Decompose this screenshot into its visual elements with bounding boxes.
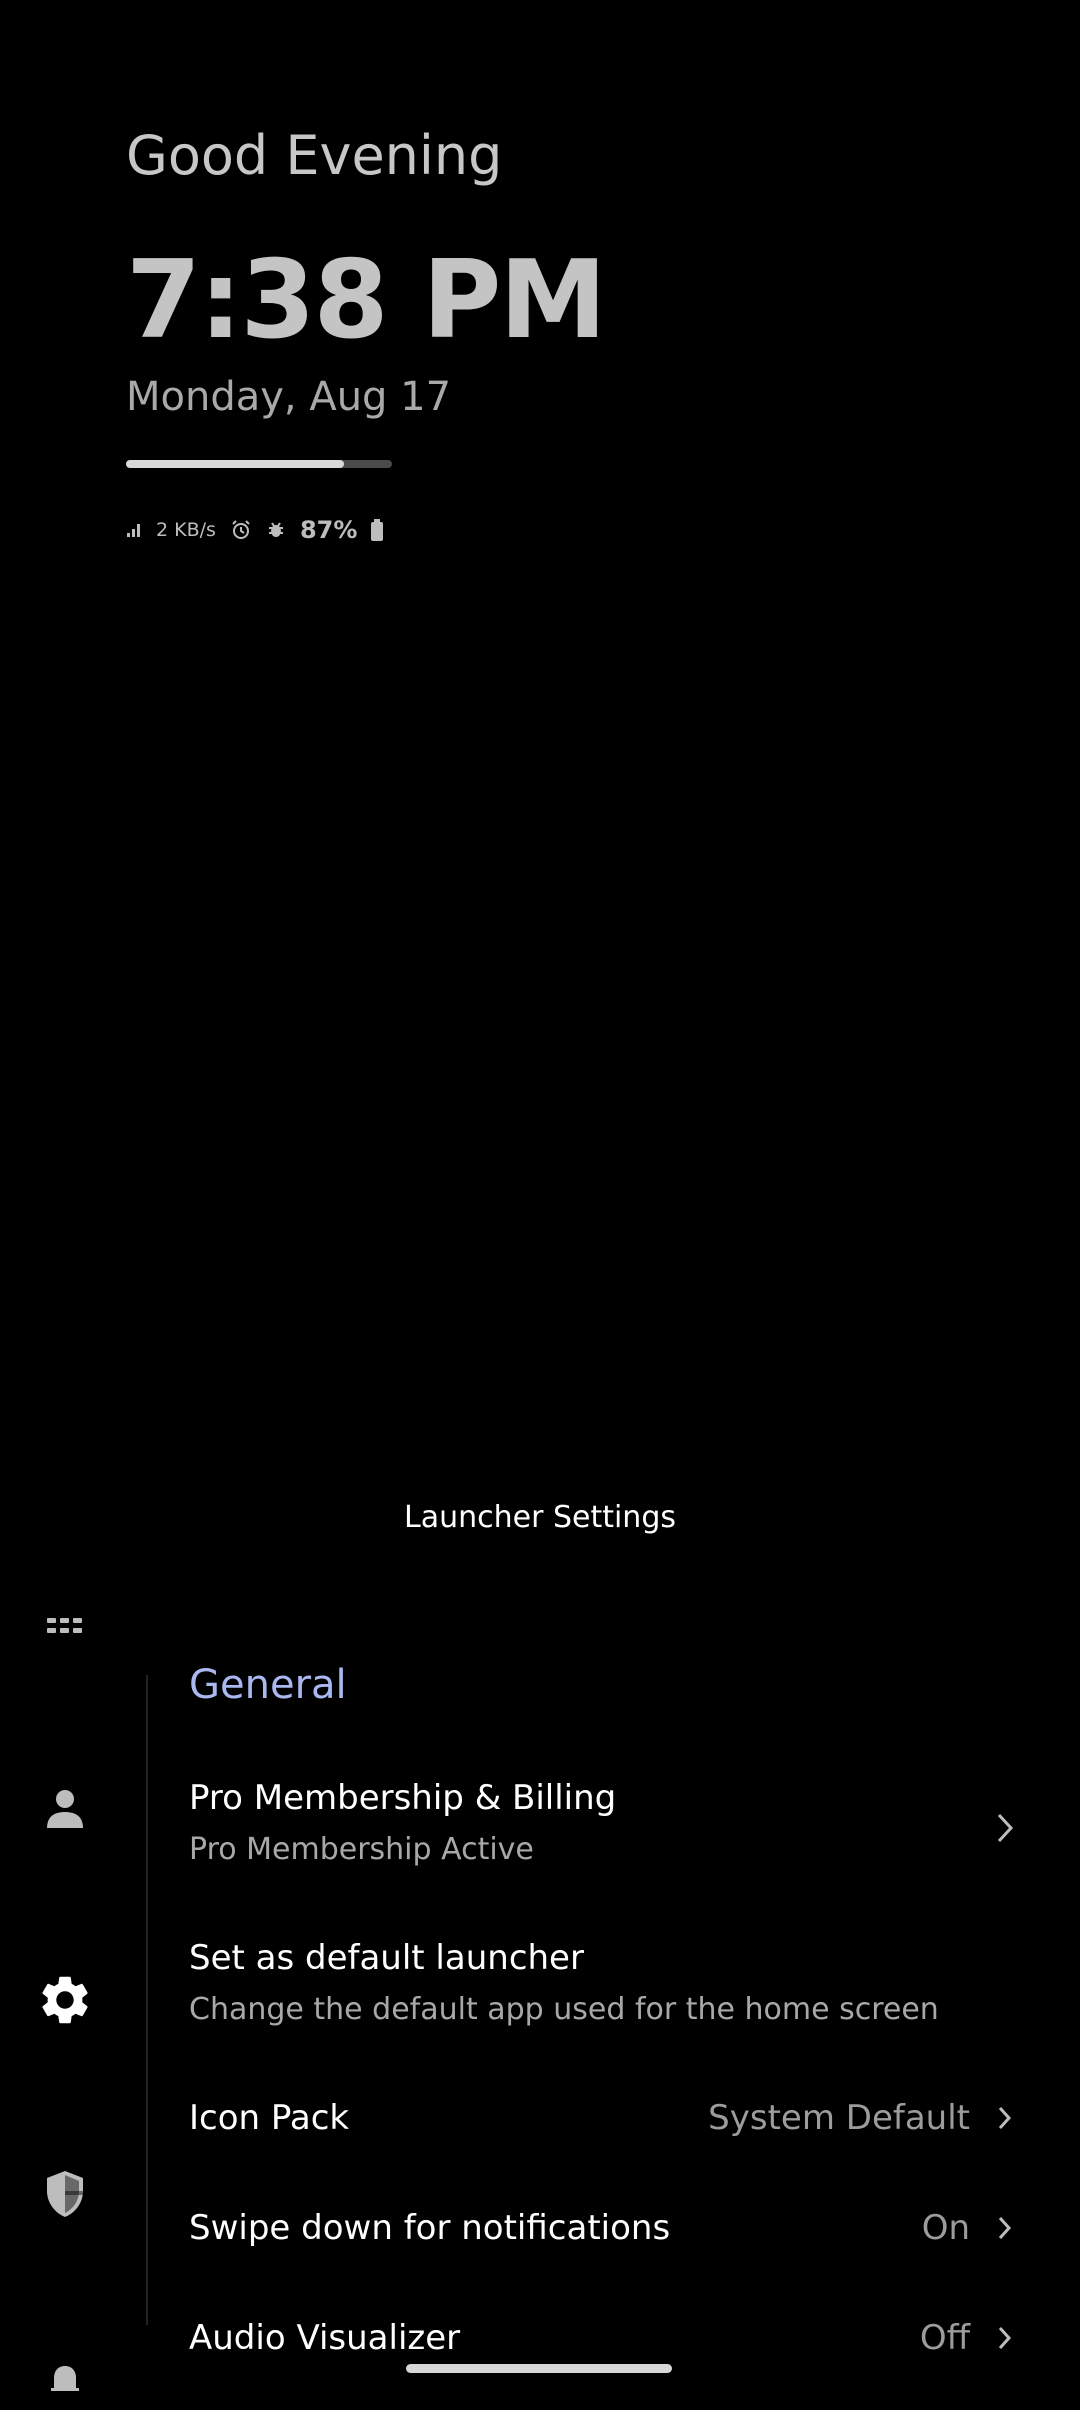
battery-percent: 87% — [299, 516, 358, 544]
chevron-right-icon — [990, 1808, 1020, 1848]
setting-title: Swipe down for notifications — [189, 2208, 671, 2248]
clock[interactable]: 7:38 PM — [126, 238, 607, 363]
day-progress-bar — [126, 460, 392, 468]
setting-subtitle: Change the default app used for the home… — [189, 1992, 939, 2027]
person-icon[interactable] — [35, 1778, 95, 1838]
battery-icon — [371, 519, 384, 541]
rail-divider — [146, 1675, 148, 2325]
home-gesture-bar[interactable] — [406, 2364, 672, 2373]
setting-audio-visualizer[interactable]: Audio Visualizer Off — [189, 2318, 1020, 2358]
setting-title: Pro Membership & Billing — [189, 1778, 617, 1818]
setting-swipe-notifications[interactable]: Swipe down for notifications On — [189, 2208, 1020, 2248]
setting-value: Off — [919, 2318, 970, 2358]
setting-icon-pack[interactable]: Icon Pack System Default — [189, 2098, 1020, 2138]
setting-value: System Default — [708, 2098, 970, 2138]
chevron-right-icon — [990, 2318, 1020, 2358]
sheet-title: Launcher Settings — [403, 1500, 676, 1535]
setting-default-launcher[interactable]: Set as default launcher Change the defau… — [189, 1938, 1020, 2027]
shield-icon[interactable] — [35, 2164, 95, 2224]
setting-title: Set as default launcher — [189, 1938, 584, 1978]
bell-icon[interactable] — [35, 2350, 95, 2410]
network-speed: 2 KB/s — [156, 519, 216, 541]
settings-nav-rail — [0, 1590, 130, 2400]
alarm-icon — [230, 519, 252, 541]
setting-value: On — [921, 2208, 970, 2248]
bug-icon — [266, 520, 286, 540]
greeting-text: Good Evening — [126, 124, 503, 187]
status-line: 2 KB/s 87% — [126, 516, 384, 544]
setting-pro-membership[interactable]: Pro Membership & Billing Pro Membership … — [189, 1778, 1020, 1867]
date-text[interactable]: Monday, Aug 17 — [126, 374, 451, 420]
chevron-right-icon — [990, 2098, 1020, 2138]
setting-subtitle: Pro Membership Active — [189, 1832, 534, 1867]
day-progress-fill — [126, 460, 345, 468]
chevron-right-icon — [990, 2208, 1020, 2248]
setting-title: Audio Visualizer — [189, 2318, 461, 2358]
section-title-general: General — [189, 1662, 347, 1708]
apps-grid-icon[interactable] — [35, 1596, 95, 1656]
gear-icon[interactable] — [35, 1970, 95, 2030]
signal-icon — [126, 522, 142, 538]
